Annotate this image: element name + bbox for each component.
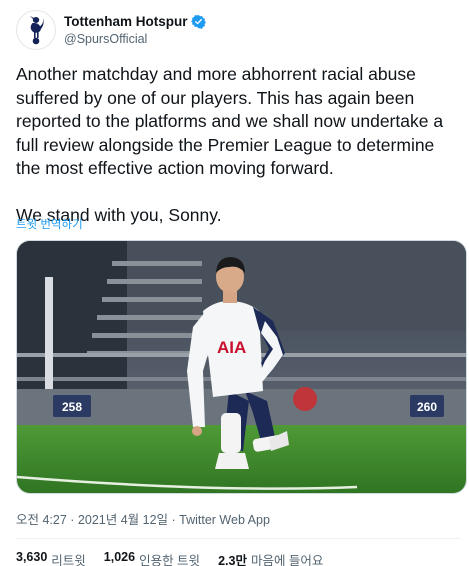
retweets-label: 리트윗 — [51, 554, 86, 566]
avatar[interactable] — [16, 10, 56, 50]
retweets-count: 3,630 — [16, 550, 48, 564]
divider — [16, 538, 461, 539]
photo-image: 258 260 AIA — [17, 241, 466, 493]
retweets-stat[interactable]: 3,630 리트윗 — [16, 550, 86, 566]
likes-stat[interactable]: 2.3만 마음에 들어요 — [218, 550, 323, 566]
tweet-photo[interactable]: 258 260 AIA — [16, 240, 467, 494]
tweet-header: Tottenham Hotspur @SpursOfficial — [16, 10, 456, 50]
display-name[interactable]: Tottenham Hotspur — [64, 14, 188, 29]
account-handle[interactable]: @SpursOfficial — [64, 32, 206, 46]
tweet-source[interactable]: Twitter Web App — [179, 513, 270, 527]
board-number: 258 — [62, 400, 82, 414]
quotes-label: 인용한 트윗 — [139, 554, 201, 566]
account-names: Tottenham Hotspur @SpursOfficial — [64, 12, 206, 46]
quotes-stat[interactable]: 1,026 인용한 트윗 — [104, 550, 200, 566]
quotes-count: 1,026 — [103, 550, 136, 564]
meta-separator: · — [168, 513, 180, 527]
likes-label: 마음에 들어요 — [250, 554, 324, 566]
likes-count: 2.3만 — [218, 554, 247, 566]
translate-tweet-link[interactable]: 트윗 번역하기 — [16, 216, 83, 232]
board-number: 260 — [417, 400, 437, 414]
cockerel-logo-icon — [30, 16, 44, 45]
tweet-paragraph: Another matchday and more abhorrent raci… — [16, 64, 448, 178]
tweet-meta: 오전 4:27 · 2021년 4월 12일 · Twitter Web App — [16, 509, 270, 528]
tweet-timestamp[interactable]: 오전 4:27 · 2021년 4월 12일 — [16, 513, 168, 527]
tweet-stats: 3,630 리트윗 1,026 인용한 트윗 2.3만 마음에 들어요 — [16, 550, 323, 566]
tweet-body: Another matchday and more abhorrent raci… — [16, 63, 461, 227]
shirt-sponsor-text: AIA — [217, 338, 246, 357]
verified-badge-icon — [190, 14, 206, 29]
